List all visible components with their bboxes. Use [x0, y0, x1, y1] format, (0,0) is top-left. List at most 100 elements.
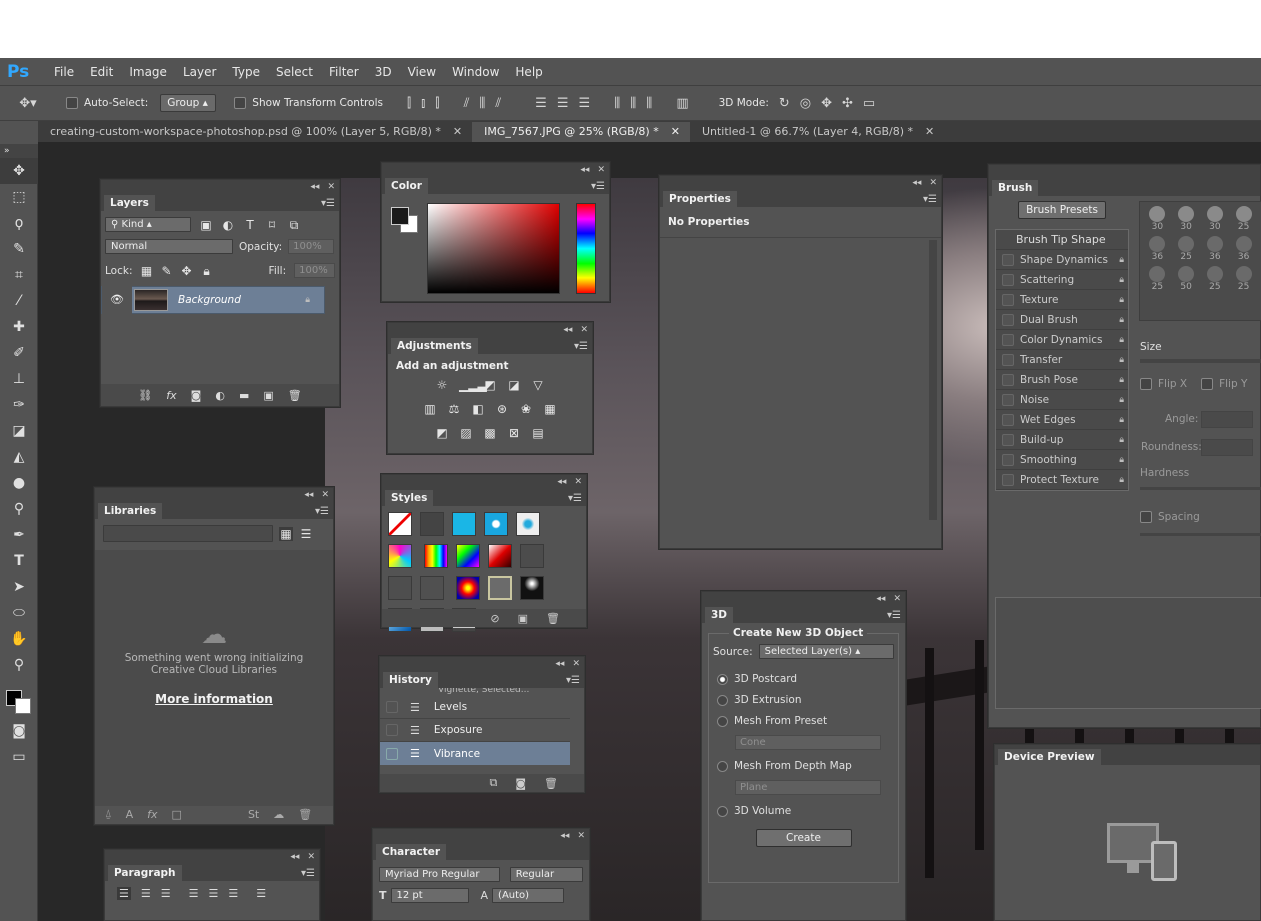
menu-3d[interactable]: 3D	[367, 65, 400, 79]
history-item-partial[interactable]: Vignette, Selected...	[380, 688, 584, 696]
quick-select-tool-icon[interactable]: ✎	[0, 236, 38, 262]
brush-option-item[interactable]: Build-up 🔒︎	[996, 430, 1128, 450]
source-dropdown[interactable]: Selected Layer(s) ▴	[758, 644, 894, 659]
panel-menu-icon[interactable]: ▾☰	[591, 181, 609, 194]
layer-name[interactable]: Background	[178, 294, 241, 306]
adjustments-tab[interactable]: Adjustments	[391, 338, 478, 354]
brush-option-item[interactable]: Shape Dynamics 🔒︎	[996, 250, 1128, 270]
align-left-icon[interactable]: ☰	[117, 887, 131, 900]
style-swatch[interactable]	[487, 544, 512, 568]
brush-tip-grid[interactable]: 30 30 30 25 36 25 36 36 25 50 25 25	[1139, 201, 1261, 321]
font-size-field[interactable]: 12 pt	[390, 888, 469, 903]
filter-adjust-icon[interactable]: ◐	[221, 218, 235, 232]
lock-icon[interactable]: 🔒︎	[1119, 415, 1124, 425]
eraser-tool-icon[interactable]: ◪	[0, 418, 38, 444]
style-swatch[interactable]	[519, 544, 544, 568]
style-swatch[interactable]	[452, 512, 476, 536]
properties-tab[interactable]: Properties	[663, 191, 737, 207]
photo-filter-icon[interactable]: ⊛	[495, 402, 509, 416]
levels-icon[interactable]: ▁▂▃	[459, 378, 487, 392]
lock-icon[interactable]: 🔒︎	[1119, 375, 1124, 385]
channel-mixer-icon[interactable]: ❀	[519, 402, 533, 416]
character-tab[interactable]: Character	[376, 844, 447, 860]
new-style-icon[interactable]: ▣	[518, 612, 528, 625]
add-character-style-icon[interactable]: A	[126, 808, 134, 821]
close-icon[interactable]: ✕	[925, 125, 934, 138]
font-style-dropdown[interactable]: Regular	[509, 867, 583, 882]
pen-tool-icon[interactable]: ✒	[0, 522, 38, 548]
lock-icon[interactable]: 🔒︎	[1119, 455, 1124, 465]
brush-option-item[interactable]: Transfer 🔒︎	[996, 350, 1128, 370]
color-swatches[interactable]	[0, 678, 37, 718]
spacing-slider[interactable]	[1140, 533, 1261, 536]
radio-extrusion[interactable]	[717, 694, 728, 706]
lock-position-icon[interactable]: ✥	[181, 264, 193, 278]
justify-center-icon[interactable]: ☰	[209, 887, 219, 900]
brush-option-item[interactable]: Scattering 🔒︎	[996, 270, 1128, 290]
menu-image[interactable]: Image	[121, 65, 175, 79]
filter-pixel-icon[interactable]: ▣	[199, 218, 213, 232]
depth-dropdown[interactable]: Plane	[735, 780, 881, 795]
3d-tab[interactable]: 3D	[705, 607, 734, 623]
color-balance-icon[interactable]: ⚖	[447, 402, 461, 416]
filter-type-icon[interactable]: T	[243, 218, 257, 232]
style-swatch[interactable]	[455, 544, 480, 568]
brush-tip[interactable]: 36	[1204, 236, 1227, 262]
font-family-dropdown[interactable]: Myriad Pro Regular	[379, 867, 500, 882]
spacing-checkbox[interactable]	[1140, 511, 1152, 523]
blur-tool-icon[interactable]: ●	[0, 470, 38, 496]
libraries-tab[interactable]: Libraries	[98, 503, 163, 519]
paint-bucket-icon[interactable]: ◭	[0, 444, 38, 470]
dodge-tool-icon[interactable]: ⚲	[0, 496, 38, 522]
brush-option-checkbox[interactable]	[1002, 273, 1014, 286]
brush-option-checkbox[interactable]	[1002, 293, 1014, 306]
zoom-tool-icon[interactable]: ⚲	[0, 652, 38, 678]
brush-tip[interactable]: 30	[1175, 206, 1198, 232]
selective-color-icon[interactable]: ⊠	[507, 426, 521, 440]
brush-option-checkbox[interactable]	[1002, 253, 1014, 266]
invert-icon[interactable]: ◩	[435, 426, 449, 440]
curves-icon[interactable]: ◩	[483, 378, 497, 392]
hue-sat-icon[interactable]: ▥	[423, 402, 437, 416]
brush-option-item[interactable]: Noise 🔒︎	[996, 390, 1128, 410]
link-icon[interactable]: ⛓	[138, 389, 152, 402]
trash-icon[interactable]: 🗑︎	[544, 777, 558, 790]
show-transform-checkbox[interactable]	[234, 97, 247, 109]
history-item[interactable]: ☰ Levels	[380, 696, 570, 719]
radio-depth-map[interactable]	[717, 760, 728, 772]
tab-doc-1[interactable]: creating-custom-workspace-photoshop.psd …	[38, 122, 472, 142]
foreground-swatch[interactable]	[391, 207, 409, 225]
collapse-icon[interactable]: »	[0, 144, 38, 158]
lock-icon[interactable]: 🔒︎	[1119, 315, 1124, 325]
lock-icon[interactable]: 🔒︎	[1119, 395, 1124, 405]
menu-view[interactable]: View	[400, 65, 444, 79]
panel-menu-icon[interactable]: ▾☰	[566, 675, 584, 688]
menu-type[interactable]: Type	[224, 65, 268, 79]
brush-option-checkbox[interactable]	[1002, 473, 1014, 486]
posterize-icon[interactable]: ▨	[459, 426, 473, 440]
brush-option-item[interactable]: Texture 🔒︎	[996, 290, 1128, 310]
threshold-icon[interactable]: ▩	[483, 426, 497, 440]
menu-help[interactable]: Help	[507, 65, 550, 79]
more-information-link[interactable]: More information	[95, 692, 333, 706]
paragraph-tab[interactable]: Paragraph	[108, 865, 182, 881]
hue-slider[interactable]	[576, 203, 596, 294]
close-icon[interactable]: ✕	[597, 165, 605, 175]
trash-icon[interactable]: 🗑︎	[288, 389, 302, 402]
close-icon[interactable]: ✕	[929, 178, 937, 188]
leading-field[interactable]: (Auto)	[492, 888, 565, 903]
path-select-icon[interactable]: ➤	[0, 574, 38, 600]
style-swatch[interactable]	[388, 576, 412, 600]
brush-tip[interactable]: 25	[1146, 266, 1169, 292]
brush-option-item[interactable]: Wet Edges 🔒︎	[996, 410, 1128, 430]
lasso-tool-icon[interactable]: ϙ	[0, 210, 38, 236]
style-swatch[interactable]	[420, 512, 444, 536]
brightness-icon[interactable]: ☼	[435, 378, 449, 392]
angle-field[interactable]	[1201, 411, 1253, 428]
stamp-tool-icon[interactable]: ⊥	[0, 366, 38, 392]
type-tool-icon[interactable]: T	[0, 548, 38, 574]
close-icon[interactable]: ✕	[572, 659, 580, 669]
move-tool-preset-icon[interactable]: ✥▾	[8, 96, 48, 111]
snapshot-icon[interactable]: ◙	[515, 777, 526, 790]
lock-pixels-icon[interactable]: ✎	[161, 264, 173, 278]
